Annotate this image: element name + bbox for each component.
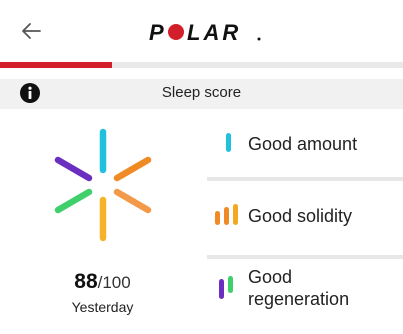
back-arrow-icon[interactable] — [20, 21, 42, 41]
amount-indicator-icon — [226, 133, 231, 152]
svg-text:P: P — [149, 20, 166, 44]
metric-label-regeneration: Good regeneration — [248, 267, 350, 309]
sleep-score-value: 88/100 — [0, 270, 205, 294]
polar-logo: P LAR — [149, 20, 261, 44]
sleep-score-burst-icon — [54, 128, 152, 242]
regeneration-indicator-icon — [219, 276, 233, 299]
top-bar: P LAR — [0, 0, 403, 62]
section-title: Sleep score — [161, 84, 242, 101]
metric-label-solidity: Good solidity — [248, 206, 353, 226]
tab-indicator-track — [0, 62, 403, 68]
score-period: Yesterday — [71, 299, 134, 315]
svg-text:LAR: LAR — [187, 20, 241, 44]
tab-indicator-active[interactable] — [0, 62, 112, 68]
score-number: 88 — [74, 270, 98, 293]
solidity-indicator-icon — [215, 204, 238, 225]
metric-label-amount: Good amount — [248, 134, 358, 154]
score-max: /100 — [97, 273, 131, 292]
